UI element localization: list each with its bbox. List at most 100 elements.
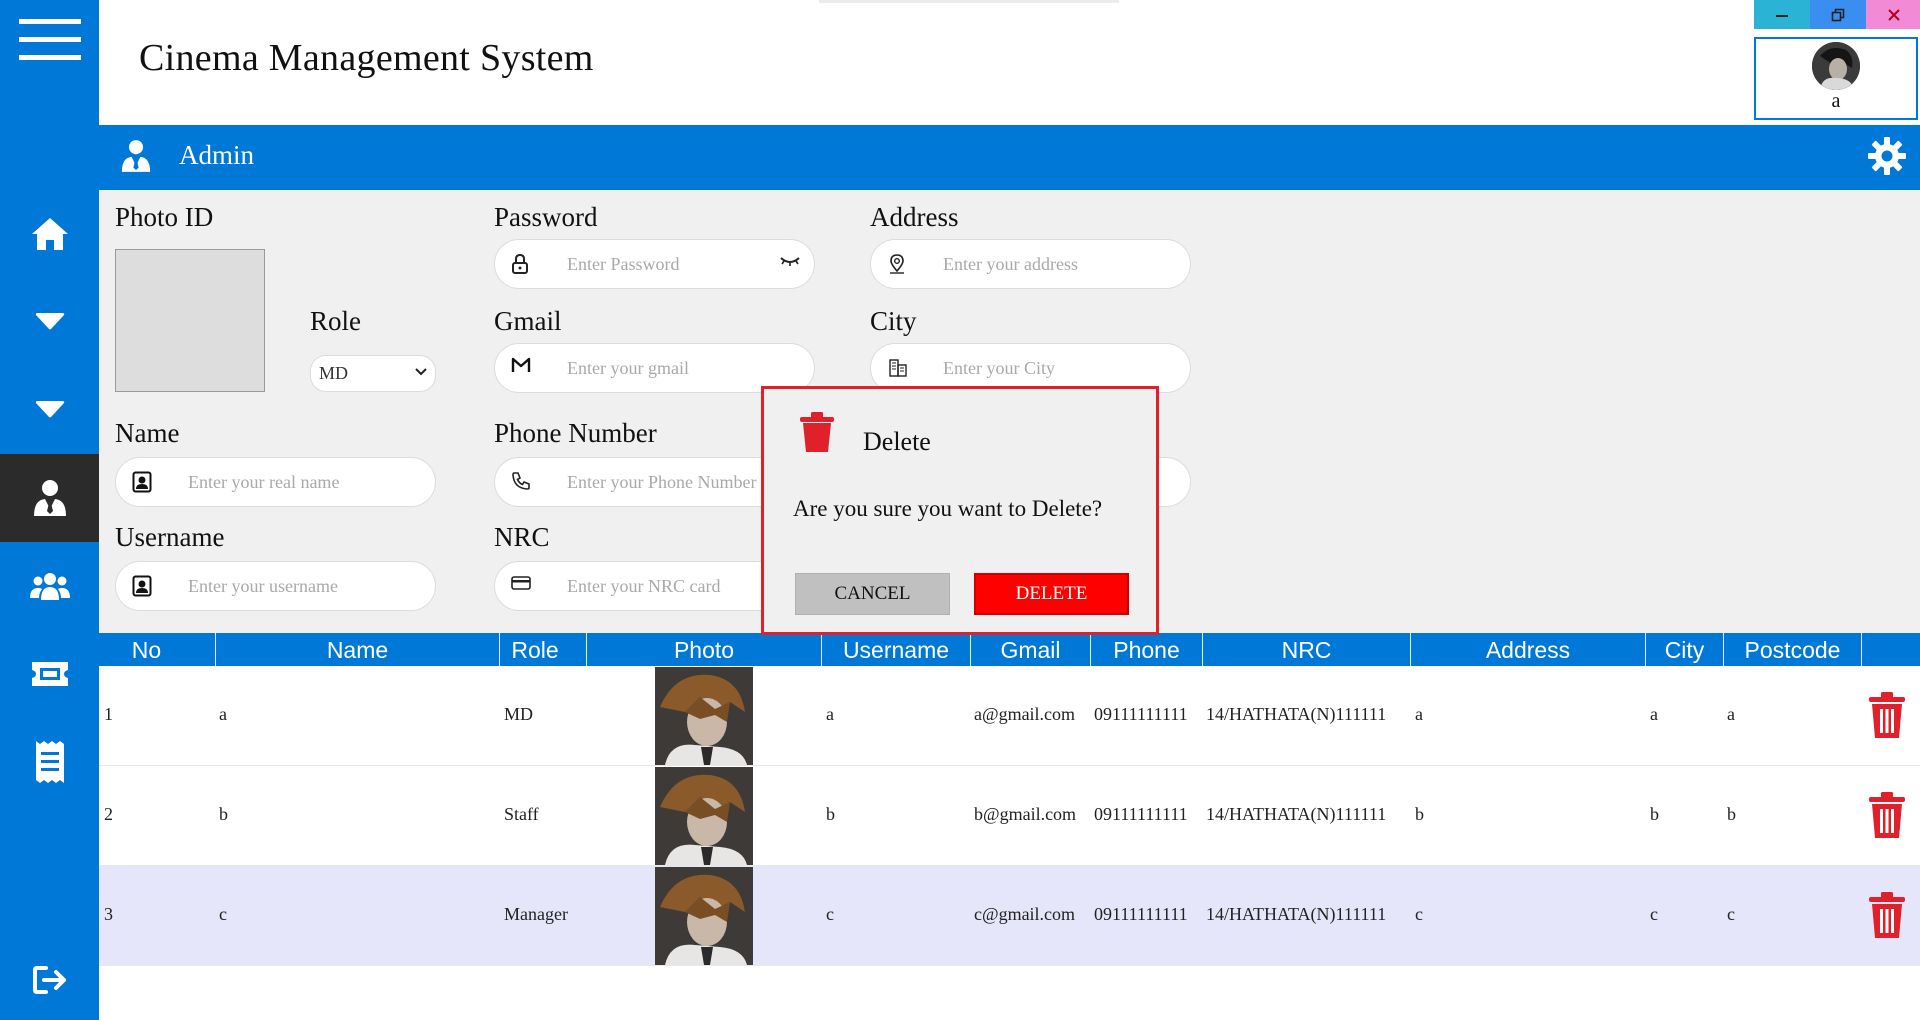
eye-closed-icon[interactable] [780, 254, 800, 268]
chevron-down-icon [415, 368, 427, 376]
cell-username: c [826, 904, 834, 924]
cell-username: b [826, 804, 835, 824]
delete-row-trash-icon[interactable] [1867, 690, 1907, 740]
column-header-username[interactable]: Username [822, 633, 970, 666]
cell-nrc: 14/HATHATA(N)111111 [1206, 704, 1387, 724]
home-icon [31, 218, 68, 250]
photo-upload-box[interactable] [115, 249, 265, 392]
cell-gmail: b@gmail.com [974, 804, 1077, 824]
delete-row-trash-icon[interactable] [1867, 790, 1907, 840]
dialog-title: Delete [863, 427, 931, 456]
user-photo-thumbnail [655, 867, 753, 965]
section-title: Admin [179, 140, 255, 170]
receipt-icon [35, 741, 64, 783]
cell-gmail: a@gmail.com [974, 704, 1076, 724]
cell-name: a [219, 704, 227, 724]
password-placeholder: Enter Password [567, 254, 680, 274]
column-header-phone[interactable]: Phone [1091, 633, 1202, 666]
table-row[interactable]: 2 b Staff b b@gmail.com 09111111111 14/H… [99, 766, 1920, 866]
restore-icon [1831, 8, 1845, 21]
close-button[interactable] [1866, 0, 1920, 29]
cell-role: MD [504, 704, 534, 724]
name-label: Name [115, 418, 180, 448]
user-photo-thumbnail [655, 767, 753, 865]
sidebar-item-logout[interactable] [0, 940, 99, 1020]
cell-name: c [219, 904, 227, 924]
sidebar-item-dropdown-1[interactable] [0, 278, 99, 366]
column-header-address[interactable]: Address [1411, 633, 1645, 666]
column-header-photo[interactable]: Photo [587, 633, 821, 666]
cell-role: Staff [504, 804, 539, 824]
cell-address: a [1415, 704, 1423, 724]
sidebar-item-customers[interactable] [0, 542, 99, 630]
cell-phone: 09111111111 [1094, 804, 1188, 824]
user-profile-card[interactable]: a [1754, 37, 1918, 120]
password-label: Password [494, 202, 598, 232]
city-buildings-icon [889, 359, 907, 377]
sidebar-item-receipts[interactable] [0, 718, 99, 806]
restore-button[interactable] [1810, 0, 1866, 29]
phone-placeholder: Enter your Phone Number [567, 472, 757, 492]
city-placeholder: Enter your City [943, 358, 1055, 378]
user-photo-thumbnail [655, 667, 753, 765]
column-header-no[interactable]: No [99, 633, 194, 666]
nrc-label: NRC [494, 522, 550, 552]
sidebar-item-dropdown-2[interactable] [0, 366, 99, 454]
sidebar [0, 0, 99, 1020]
column-header-name[interactable]: Name [216, 633, 499, 666]
user-tie-icon [121, 140, 151, 172]
cell-city: b [1650, 804, 1659, 824]
minimize-icon [1776, 14, 1788, 17]
username-label: Username [115, 522, 225, 552]
sidebar-item-tickets[interactable] [0, 630, 99, 718]
column-header-role[interactable]: Role [500, 633, 570, 666]
cell-postcode: b [1727, 804, 1736, 824]
table-row[interactable]: 3 c Manager c c@gmail.com 09111111111 14… [99, 866, 1920, 966]
gmail-label: Gmail [494, 306, 562, 336]
name-placeholder: Enter your real name [188, 472, 340, 492]
username-placeholder: Enter your username [188, 576, 338, 596]
cell-no: 2 [104, 804, 113, 824]
hamburger-menu-icon [18, 19, 81, 60]
cell-city: a [1650, 704, 1658, 724]
phone-label: Phone Number [494, 418, 657, 448]
cell-gmail: c@gmail.com [974, 904, 1076, 924]
cell-phone: 09111111111 [1094, 904, 1188, 924]
password-input[interactable]: Enter Password [494, 239, 815, 289]
column-header-postcode[interactable]: Postcode [1724, 633, 1861, 666]
role-label: Role [310, 306, 361, 336]
cell-address: b [1415, 804, 1424, 824]
table-header: No Name Role Photo Username Gmail Phone … [99, 633, 1920, 666]
section-bar: Admin [99, 125, 1920, 190]
cell-postcode: c [1727, 904, 1735, 924]
delete-row-trash-icon[interactable] [1867, 890, 1907, 940]
nrc-placeholder: Enter your NRC card [567, 576, 721, 596]
username-input[interactable]: Enter your username [115, 561, 436, 611]
user-name: a [1831, 90, 1841, 112]
sidebar-item-admin[interactable] [0, 454, 99, 542]
contact-card-icon [132, 575, 152, 597]
delete-button[interactable]: DELETE [974, 573, 1129, 615]
contact-card-icon [132, 471, 152, 493]
lock-icon [512, 253, 528, 274]
cell-nrc: 14/HATHATA(N)111111 [1206, 904, 1387, 924]
cell-city: c [1650, 904, 1658, 924]
address-input[interactable]: Enter your address [870, 239, 1191, 289]
sidebar-item-home[interactable] [0, 190, 99, 278]
role-select-value: MD [319, 363, 349, 383]
header: Cinema Management System [99, 0, 1920, 125]
cell-no: 1 [104, 704, 113, 724]
logout-icon [32, 966, 66, 994]
role-select[interactable]: MD [310, 355, 436, 392]
gear-icon[interactable] [1867, 136, 1907, 176]
column-header-city[interactable]: City [1646, 633, 1723, 666]
dialog-message: Are you sure you want to Delete? [793, 496, 1103, 521]
minimize-button[interactable] [1754, 0, 1810, 29]
column-header-gmail[interactable]: Gmail [971, 633, 1090, 666]
close-icon [1888, 8, 1900, 21]
cancel-button[interactable]: CANCEL [795, 573, 950, 615]
table-row[interactable]: 1 a MD a a@gmail.com 09111111111 14/HATH… [99, 666, 1920, 766]
sidebar-item-menu[interactable] [0, 0, 99, 80]
name-input[interactable]: Enter your real name [115, 457, 436, 507]
column-header-nrc[interactable]: NRC [1203, 633, 1410, 666]
